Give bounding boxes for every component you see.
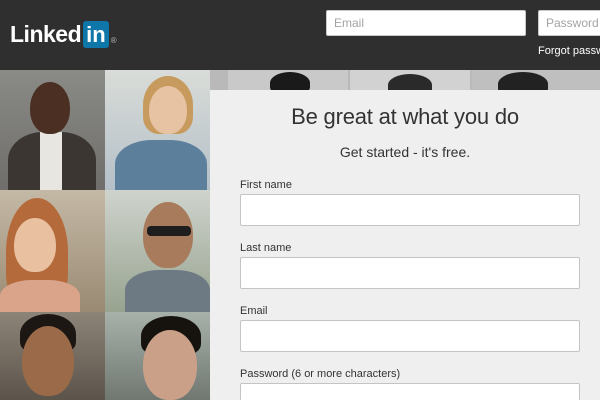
last-name-input[interactable]	[240, 257, 580, 289]
signup-password-input[interactable]	[240, 383, 580, 400]
registered-mark: ®	[110, 36, 117, 45]
logo-in-badge: in	[83, 20, 109, 48]
signup-panel: Be great at what you do Get started - it…	[210, 90, 600, 400]
first-name-label: First name	[240, 179, 292, 191]
member-photo	[105, 70, 210, 190]
logo-wordmark: Linked	[10, 21, 82, 47]
member-photo	[472, 70, 600, 90]
forgot-password-link[interactable]: Forgot password?	[538, 45, 600, 57]
last-name-label: Last name	[240, 242, 292, 254]
top-header-bar: Linked in ® Forgot password?	[0, 0, 600, 70]
signup-email-input[interactable]	[240, 320, 580, 352]
password-label: Password (6 or more characters)	[240, 368, 401, 380]
email-label: Email	[240, 305, 268, 317]
member-photo	[0, 190, 105, 312]
header-password-input[interactable]	[538, 10, 600, 36]
member-photo	[0, 70, 105, 190]
member-photo	[105, 190, 210, 312]
member-photo	[0, 312, 105, 400]
signup-title: Be great at what you do	[291, 104, 519, 129]
member-photo	[105, 312, 210, 400]
header-email-input[interactable]	[326, 10, 526, 36]
signup-subtitle: Get started - it's free.	[339, 144, 471, 160]
first-name-input[interactable]	[240, 194, 580, 226]
linkedin-landing-page: Linked in ® Forgot password?	[0, 0, 600, 400]
member-photo	[228, 70, 348, 90]
linkedin-logo[interactable]: Linked in ®	[10, 20, 117, 48]
member-photo	[350, 70, 470, 90]
